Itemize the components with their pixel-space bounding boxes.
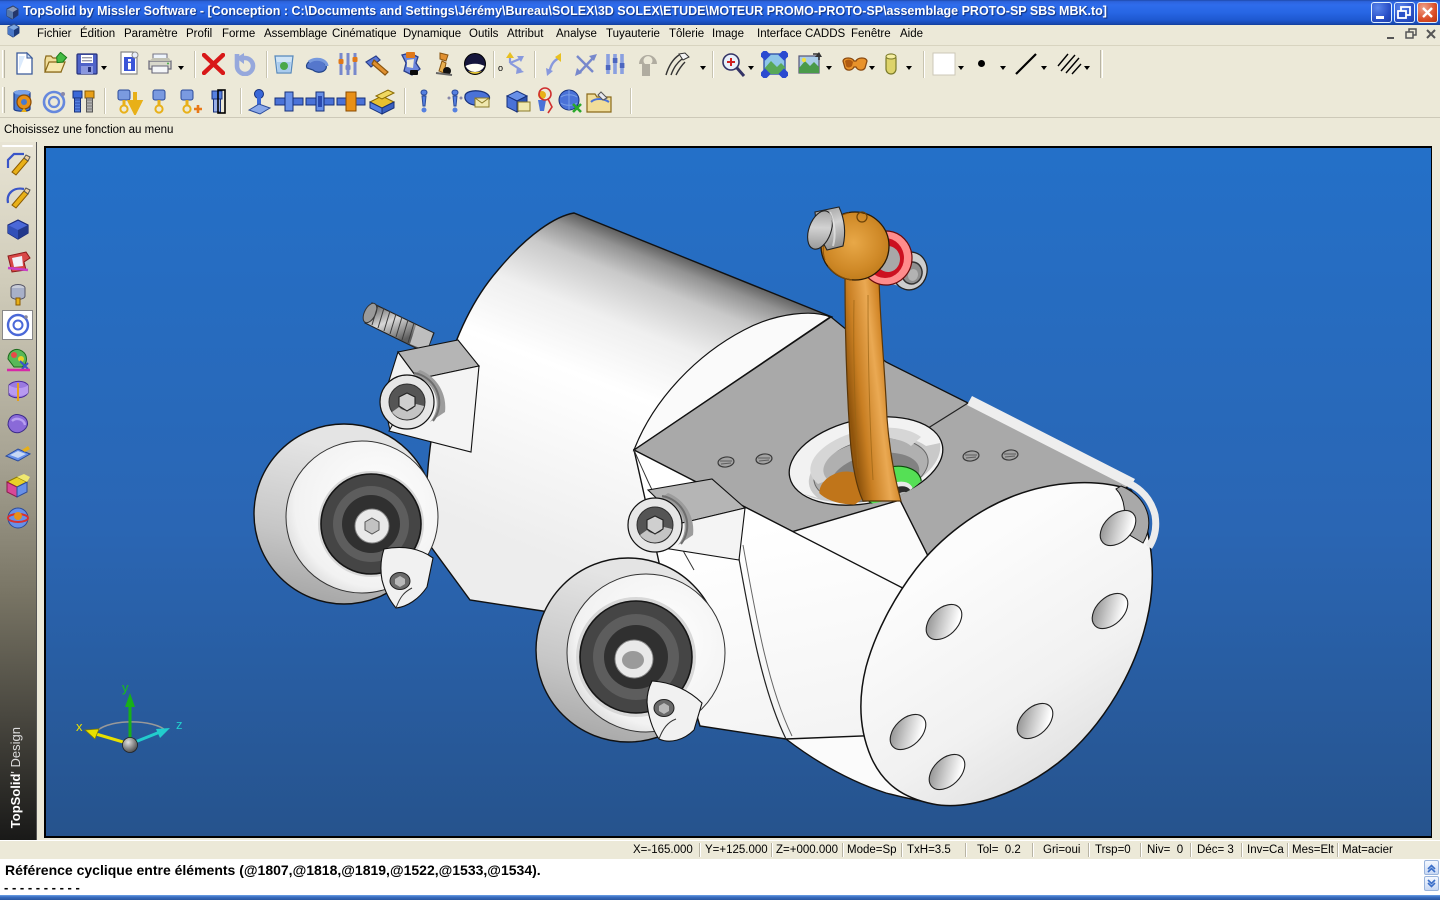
svg-text:y: y [122, 680, 129, 695]
svg-text:z: z [176, 717, 183, 732]
svg-text:o: o [498, 63, 503, 73]
svg-text:x: x [76, 719, 83, 734]
